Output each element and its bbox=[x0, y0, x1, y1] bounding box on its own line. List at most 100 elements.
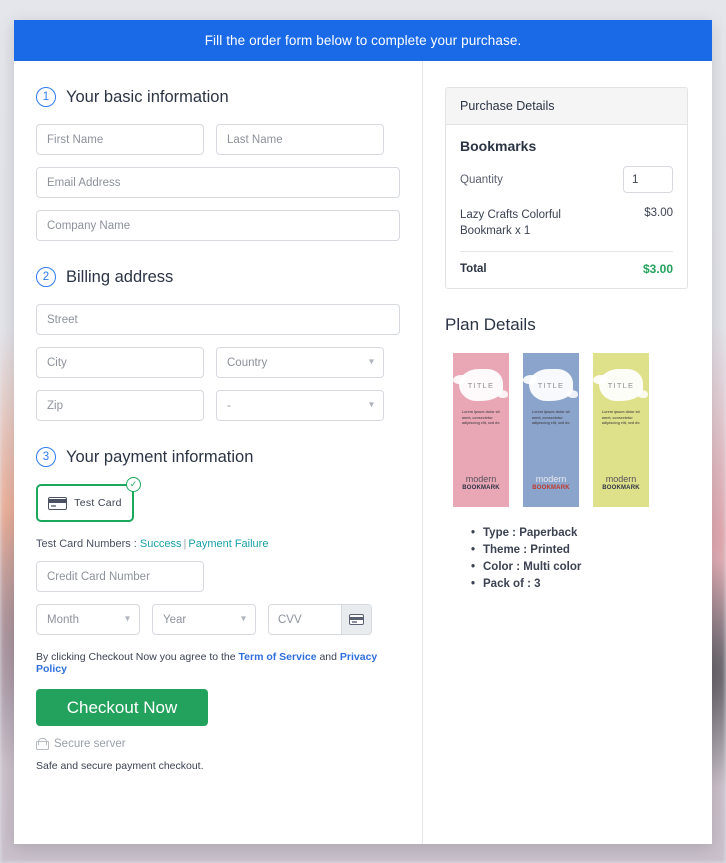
quantity-input[interactable] bbox=[623, 166, 673, 193]
payment-method-row: Test Card ✓ bbox=[36, 477, 141, 522]
email-input[interactable] bbox=[36, 167, 400, 198]
list-item: Color : Multi color bbox=[471, 559, 688, 576]
link-separator: | bbox=[183, 538, 187, 550]
zip-input[interactable] bbox=[36, 390, 204, 421]
list-item: Type : Paperback bbox=[471, 525, 688, 542]
bookmark-brand-bookmark: BOOKMARK bbox=[602, 485, 640, 492]
test-card-numbers-prefix: Test Card Numbers : bbox=[36, 538, 140, 550]
list-item: Pack of : 3 bbox=[471, 576, 688, 593]
total-row: Total $3.00 bbox=[460, 262, 673, 276]
expiry-year-select[interactable] bbox=[152, 604, 256, 635]
payment-failure-card-link[interactable]: Payment Failure bbox=[188, 538, 268, 550]
country-select[interactable] bbox=[216, 347, 384, 378]
bookmark-image-blue: TITLE Lorem ipsum dolor sit amet, consec… bbox=[523, 353, 579, 508]
bookmark-lorem-text: Lorem ipsum dolor sit amet, consectetur … bbox=[462, 410, 500, 426]
bookmark-brand-bookmark: BOOKMARK bbox=[532, 485, 570, 492]
quantity-row: Quantity bbox=[460, 166, 673, 193]
checkout-now-button[interactable]: Checkout Now bbox=[36, 689, 208, 726]
bookmark-lorem-text: Lorem ipsum dolor sit amet, consectetur … bbox=[532, 410, 570, 426]
secure-server-row: Secure server bbox=[36, 738, 400, 750]
section-title-billing-address: Billing address bbox=[66, 267, 174, 286]
terms-prefix: By clicking Checkout Now you agree to th… bbox=[36, 651, 239, 663]
test-card-method-button[interactable]: Test Card bbox=[36, 484, 134, 522]
bookmark-title: TITLE bbox=[537, 380, 565, 390]
bookmark-brand: modern BOOKMARK bbox=[453, 475, 509, 493]
bookmark-title: TITLE bbox=[607, 380, 635, 390]
step-number-3: 3 bbox=[36, 447, 56, 467]
city-input[interactable] bbox=[36, 347, 204, 378]
email-row bbox=[36, 167, 400, 198]
line-item-price: $3.00 bbox=[644, 207, 673, 219]
credit-card-number-input[interactable] bbox=[36, 561, 204, 592]
test-card-numbers-line: Test Card Numbers : Success | Payment Fail… bbox=[36, 538, 400, 550]
first-name-input[interactable] bbox=[36, 124, 204, 155]
purchase-details-panel: Purchase Details Bookmarks Quantity Lazy… bbox=[445, 87, 688, 290]
bookmark-brand: modern BOOKMARK bbox=[593, 475, 649, 493]
bookmark-brand-bookmark: BOOKMARK bbox=[462, 485, 500, 492]
last-name-input[interactable] bbox=[216, 124, 384, 155]
section-title-payment-information: Your payment information bbox=[66, 447, 254, 466]
month-select-wrapper[interactable]: ▾ bbox=[36, 604, 140, 635]
term-of-service-link[interactable]: Term of Service bbox=[239, 651, 317, 663]
paint-splash-shape: TITLE bbox=[593, 369, 648, 402]
paint-splash-shape: TITLE bbox=[453, 369, 508, 402]
quantity-label: Quantity bbox=[460, 173, 503, 186]
card-body: 1 Your basic information 2 Billing addre… bbox=[14, 61, 712, 844]
product-name: Bookmarks bbox=[460, 138, 537, 154]
company-name-input[interactable] bbox=[36, 210, 400, 241]
cvv-help-button[interactable] bbox=[341, 605, 371, 634]
bookmark-brand-modern: modern bbox=[465, 474, 497, 485]
test-card-label: Test Card bbox=[74, 497, 122, 509]
total-label: Total bbox=[460, 263, 487, 276]
bookmark-image-yellow: TITLE Lorem ipsum dolor sit amet, consec… bbox=[593, 353, 649, 508]
section-header-billing-address: 2 Billing address bbox=[36, 267, 400, 287]
paint-splash-shape: TITLE bbox=[523, 369, 578, 402]
page-banner: Fill the order form below to complete yo… bbox=[14, 20, 712, 61]
selected-check-icon: ✓ bbox=[126, 477, 141, 492]
bookmark-brand-modern: modern bbox=[535, 474, 567, 485]
section-header-basic-information: 1 Your basic information bbox=[36, 87, 400, 107]
purchase-details-header: Purchase Details bbox=[446, 88, 687, 125]
cvv-input[interactable] bbox=[269, 605, 341, 634]
city-country-row: ▾ bbox=[36, 347, 400, 378]
bookmark-brand: modern BOOKMARK bbox=[523, 475, 579, 493]
company-row bbox=[36, 210, 400, 241]
expiry-month-select[interactable] bbox=[36, 604, 140, 635]
street-input[interactable] bbox=[36, 304, 400, 335]
terms-middle: and bbox=[316, 651, 340, 663]
safe-payment-note: Safe and secure payment checkout. bbox=[36, 760, 204, 772]
bookmark-lorem-text: Lorem ipsum dolor sit amet, consectetur … bbox=[602, 410, 640, 426]
order-form-column: 1 Your basic information 2 Billing addre… bbox=[14, 61, 423, 844]
section-header-payment-information: 3 Your payment information bbox=[36, 447, 400, 467]
success-card-link[interactable]: Success bbox=[140, 538, 182, 550]
bookmark-image-pink: TITLE Lorem ipsum dolor sit amet, consec… bbox=[453, 353, 509, 508]
year-select-wrapper[interactable]: ▾ bbox=[152, 604, 256, 635]
list-item: Theme : Printed bbox=[471, 542, 688, 559]
zip-state-row: ▾ bbox=[36, 390, 400, 421]
credit-card-icon bbox=[349, 614, 364, 625]
plan-feature-list: Type : Paperback Theme : Printed Color :… bbox=[445, 525, 688, 593]
line-item-row: Lazy Crafts Colorful Bookmark x 1 $3.00 bbox=[460, 207, 673, 253]
secure-server-label: Secure server bbox=[54, 738, 126, 750]
section-title-basic-information: Your basic information bbox=[66, 87, 229, 106]
line-item-name: Lazy Crafts Colorful Bookmark x 1 bbox=[460, 209, 561, 238]
cvv-field-group bbox=[268, 604, 372, 635]
checkout-card: Fill the order form below to complete yo… bbox=[14, 20, 712, 844]
plan-details-title: Plan Details bbox=[445, 315, 536, 335]
bookmark-brand-modern: modern bbox=[605, 474, 637, 485]
lock-icon bbox=[36, 738, 49, 750]
state-select[interactable] bbox=[216, 390, 384, 421]
street-row bbox=[36, 304, 400, 335]
country-select-wrapper[interactable]: ▾ bbox=[216, 347, 384, 378]
state-select-wrapper[interactable]: ▾ bbox=[216, 390, 384, 421]
name-row bbox=[36, 124, 400, 155]
bookmark-images-row: TITLE Lorem ipsum dolor sit amet, consec… bbox=[445, 353, 688, 508]
expiry-cvv-row: ▾ ▾ bbox=[36, 604, 400, 635]
credit-card-number-row bbox=[36, 561, 400, 592]
bookmark-title: TITLE bbox=[467, 380, 495, 390]
summary-column: Purchase Details Bookmarks Quantity Lazy… bbox=[423, 61, 712, 844]
banner-text: Fill the order form below to complete yo… bbox=[204, 33, 522, 48]
step-number-1: 1 bbox=[36, 87, 56, 107]
purchase-details-body: Bookmarks Quantity Lazy Crafts Colorful … bbox=[446, 125, 687, 288]
step-number-2: 2 bbox=[36, 267, 56, 287]
